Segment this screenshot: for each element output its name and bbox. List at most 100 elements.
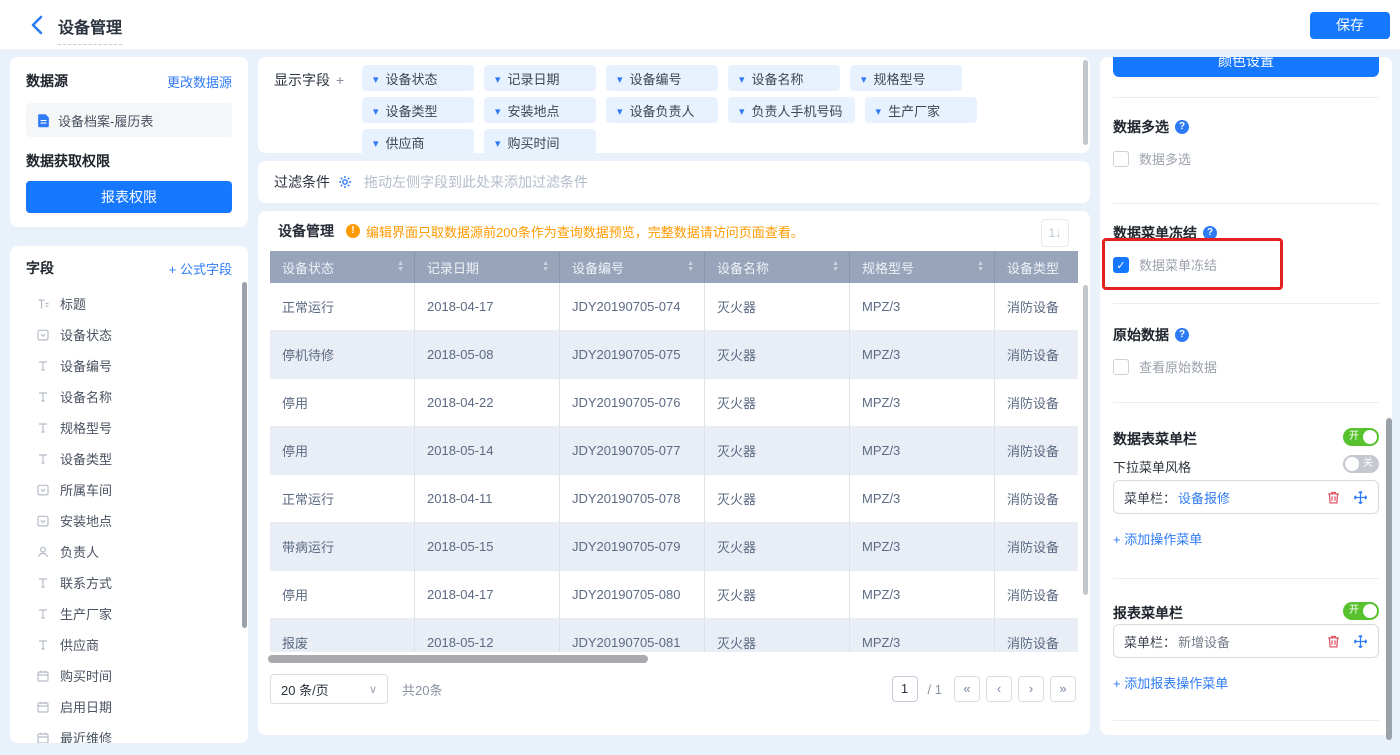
report-menu-toggle-on[interactable]: 开 — [1343, 602, 1379, 620]
filter-settings-gear-icon[interactable] — [338, 175, 352, 189]
table-row[interactable]: 停用 2018-04-17 JDY20190705-080 灭火器 MPZ/3 消防设备 — [270, 571, 1078, 619]
top-bar: 设备管理 保存 — [0, 0, 1400, 50]
field-item[interactable]: 规格型号 — [26, 412, 232, 443]
move-drag-icon[interactable] — [1353, 490, 1368, 505]
field-item[interactable]: 设备编号 — [26, 350, 232, 381]
form-document-icon — [36, 113, 50, 128]
field-item[interactable]: 负责人 — [26, 536, 232, 567]
menu-freeze-checkbox-row[interactable]: ✓ 数据菜单冻结 — [1113, 255, 1217, 274]
field-item[interactable]: 设备类型 — [26, 443, 232, 474]
formula-field-link[interactable]: + 公式字段 — [169, 259, 232, 278]
field-item[interactable]: 启用日期 — [26, 691, 232, 722]
add-report-action-menu-link[interactable]: + 添加报表操作菜单 — [1113, 673, 1228, 692]
table-menu-item[interactable]: 菜单栏： 设备报修 — [1113, 480, 1379, 514]
field-item[interactable]: 设备状态 — [26, 319, 232, 350]
table-row[interactable]: 正常运行 2018-04-11 JDY20190705-078 灭火器 MPZ/3 消防设… — [270, 475, 1078, 523]
help-question-icon[interactable]: ? — [1175, 120, 1189, 134]
table-row[interactable]: 停机待修 2018-05-08 JDY20190705-075 灭火器 MPZ/3 消防设… — [270, 331, 1078, 379]
add-action-menu-link[interactable]: + 添加操作菜单 — [1113, 529, 1202, 548]
table-row[interactable]: 停用 2018-05-14 JDY20190705-077 灭火器 MPZ/3 消防设备 — [270, 427, 1078, 475]
display-fields-scrollbar[interactable] — [1083, 60, 1088, 145]
color-settings-button[interactable]: 颜色设置 — [1113, 57, 1379, 77]
dropdown-caret-icon — [495, 71, 501, 86]
table-row[interactable]: 报废 2018-05-12 JDY20190705-081 灭火器 MPZ/3 消防设备 — [270, 619, 1078, 652]
column-header[interactable]: 设备类型 — [995, 251, 1078, 283]
fields-scrollbar[interactable] — [242, 282, 247, 628]
field-item[interactable]: 设备名称 — [26, 381, 232, 412]
column-header[interactable]: 设备名称 — [705, 251, 850, 283]
multi-select-checkbox-row[interactable]: 数据多选 — [1113, 149, 1191, 168]
move-drag-icon[interactable] — [1353, 634, 1368, 649]
field-item[interactable]: 联系方式 — [26, 567, 232, 598]
sort-carets-icon[interactable] — [397, 261, 404, 273]
table-preview-panel: 设备管理 ! 编辑界面只取数据源前200条作为查询数据预览，完整数据请访问页面查… — [258, 211, 1090, 735]
change-datasource-link[interactable]: 更改数据源 — [167, 72, 232, 91]
display-field-tag[interactable]: 购买时间 — [484, 129, 596, 153]
add-display-field-button[interactable]: + — [336, 72, 344, 88]
field-item[interactable]: 安装地点 — [26, 505, 232, 536]
page-size-select[interactable]: 20 条/页 ∨ — [270, 674, 388, 704]
last-page-button[interactable]: » — [1050, 676, 1076, 702]
table-row[interactable]: 停用 2018-04-22 JDY20190705-076 灭火器 MPZ/3 消防设备 — [270, 379, 1078, 427]
report-menu-title: 报表菜单栏 — [1113, 605, 1183, 621]
help-question-icon[interactable]: ? — [1203, 226, 1217, 240]
column-header[interactable]: 记录日期 — [415, 251, 560, 283]
first-page-button[interactable]: « — [954, 676, 980, 702]
settings-scrollbar[interactable] — [1386, 418, 1392, 740]
column-header[interactable]: 设备编号 — [560, 251, 705, 283]
current-page-input[interactable]: 1 — [891, 676, 918, 702]
field-item[interactable]: 生产厂家 — [26, 598, 232, 629]
delete-trash-icon[interactable] — [1326, 490, 1341, 505]
page-title: 设备管理 — [58, 14, 123, 45]
sort-carets-icon[interactable] — [687, 261, 694, 273]
sort-carets-icon[interactable] — [977, 261, 984, 273]
delete-trash-icon[interactable] — [1326, 634, 1341, 649]
prev-page-button[interactable]: ‹ — [986, 676, 1012, 702]
checkbox-checked[interactable]: ✓ — [1113, 256, 1129, 273]
field-item[interactable]: 供应商 — [26, 629, 232, 660]
back-icon[interactable] — [26, 13, 50, 37]
display-field-tag[interactable]: 设备编号 — [606, 65, 718, 91]
menu-item-name-link[interactable]: 设备报修 — [1178, 488, 1230, 507]
text-field-icon — [36, 452, 50, 466]
display-field-tag[interactable]: 设备状态 — [362, 65, 474, 91]
display-field-tag[interactable]: 规格型号 — [850, 65, 962, 91]
table-row[interactable]: 带病运行 2018-05-15 JDY20190705-079 灭火器 MPZ/3 消防设… — [270, 523, 1078, 571]
numeric-sort-icon[interactable]: 1↓ — [1041, 219, 1069, 247]
checkbox-unchecked[interactable] — [1113, 150, 1129, 167]
sort-carets-icon[interactable] — [832, 261, 839, 273]
field-item[interactable]: 标题 — [26, 288, 232, 319]
report-menu-item[interactable]: 菜单栏： 新增设备 — [1113, 624, 1379, 658]
table-menu-toggle-on[interactable]: 开 — [1343, 428, 1379, 446]
field-item[interactable]: 最近维修 — [26, 722, 232, 743]
checkbox-unchecked[interactable] — [1113, 358, 1129, 375]
display-field-tag[interactable]: 负责人手机号码 — [728, 97, 855, 123]
table-horizontal-scrollbar[interactable] — [268, 655, 648, 663]
display-field-tag[interactable]: 生产厂家 — [864, 97, 977, 123]
save-button[interactable]: 保存 — [1310, 12, 1390, 39]
display-field-tag[interactable]: 记录日期 — [484, 65, 596, 91]
display-field-tag[interactable]: 安装地点 — [484, 97, 596, 123]
report-permission-button[interactable]: 报表权限 — [26, 181, 232, 213]
next-page-button[interactable]: › — [1018, 676, 1044, 702]
divider — [1113, 203, 1379, 204]
filter-label: 过滤条件 — [274, 174, 330, 190]
data-table: 设备状态 记录日期 设备编号 设备名称 规格型号 设备类型 正常运行2018-0… — [270, 251, 1078, 652]
column-header[interactable]: 规格型号 — [850, 251, 995, 283]
display-field-tag[interactable]: 设备负责人 — [606, 97, 718, 123]
field-item[interactable]: 购买时间 — [26, 660, 232, 691]
date-field-icon — [36, 669, 50, 683]
table-row[interactable]: 正常运行 2018-04-17 JDY20190705-074 灭火器 MPZ/3 消防设… — [270, 283, 1078, 331]
sort-carets-icon[interactable] — [542, 261, 549, 273]
display-field-tag[interactable]: 设备名称 — [728, 65, 840, 91]
datasource-item[interactable]: 设备档案-履历表 — [26, 103, 232, 137]
toggle-knob — [1345, 457, 1359, 471]
help-question-icon[interactable]: ? — [1175, 328, 1189, 342]
dropdown-style-toggle-off[interactable]: 关 — [1343, 455, 1379, 473]
field-item[interactable]: 所属车间 — [26, 474, 232, 505]
raw-data-checkbox-row[interactable]: 查看原始数据 — [1113, 357, 1217, 376]
column-header[interactable]: 设备状态 — [270, 251, 415, 283]
display-field-tag[interactable]: 设备类型 — [362, 97, 474, 123]
display-field-tag[interactable]: 供应商 — [362, 129, 474, 153]
table-vertical-scrollbar[interactable] — [1083, 285, 1088, 595]
